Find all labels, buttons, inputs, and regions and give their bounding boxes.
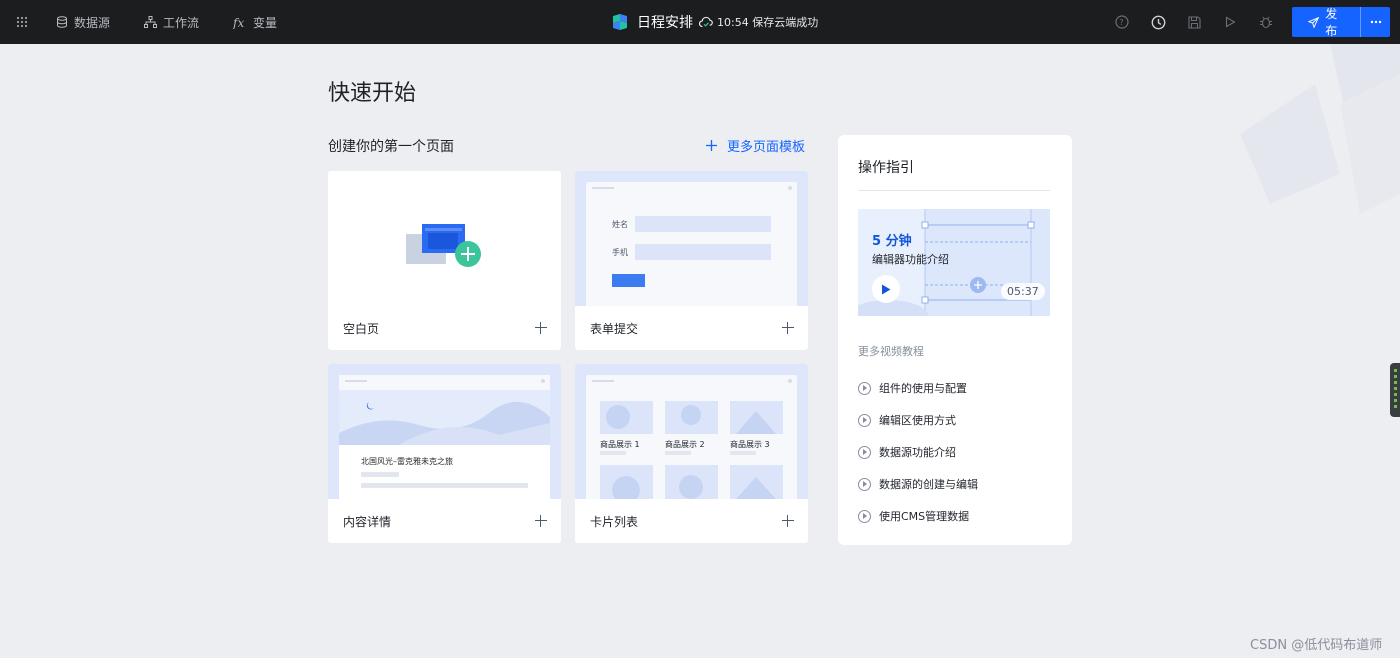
workflow-icon bbox=[144, 16, 158, 28]
add-icon[interactable] bbox=[782, 515, 794, 527]
play-circle-icon bbox=[858, 445, 871, 459]
card-preview: 北国风光–雷克雅未克之旅 bbox=[328, 364, 561, 499]
divider bbox=[858, 190, 1050, 191]
app-title: 日程安排 bbox=[637, 15, 693, 31]
tutorial-list: 组件的使用与配置 编辑区使用方式 数据源功能介绍 数据源的创建与编辑 使用CMS… bbox=[858, 372, 978, 532]
product-item-2: 商品展示 2 bbox=[665, 440, 705, 449]
save-status-text: 10:54 保存云端成功 bbox=[717, 16, 819, 29]
more-videos-heading: 更多视频教程 bbox=[858, 345, 924, 358]
watermark-text: CSDN @低代码布道师 bbox=[1250, 638, 1383, 653]
nav-workflow[interactable]: 工作流 bbox=[144, 0, 199, 44]
add-icon[interactable] bbox=[535, 322, 547, 334]
tutorial-label: 数据源功能介绍 bbox=[879, 446, 956, 459]
card-preview: 姓名 手机 bbox=[575, 171, 808, 306]
tutorial-label: 组件的使用与配置 bbox=[879, 382, 967, 395]
landscape-illustration bbox=[339, 375, 550, 499]
play-circle-icon bbox=[858, 413, 871, 427]
page-title: 快速开始 bbox=[328, 81, 417, 106]
function-icon: fx bbox=[233, 16, 244, 29]
preview-play-icon[interactable] bbox=[1212, 0, 1248, 44]
form-preview-graphic bbox=[592, 186, 792, 287]
more-templates-label: 更多页面模板 bbox=[727, 140, 806, 155]
side-scroll-widget[interactable] bbox=[1390, 363, 1400, 417]
nav-variables-label: 变量 bbox=[253, 15, 278, 30]
tutorial-label: 编辑区使用方式 bbox=[879, 414, 956, 427]
template-card-list[interactable]: 商品展示 1 商品展示 2 商品展示 3 卡片列表 bbox=[575, 364, 808, 543]
tutorial-link[interactable]: 编辑区使用方式 bbox=[858, 404, 978, 436]
background-decoration bbox=[1240, 44, 1400, 214]
more-templates-link[interactable]: 更多页面模板 bbox=[706, 136, 805, 155]
card-label: 卡片列表 bbox=[590, 514, 639, 529]
product-item-3: 商品展示 3 bbox=[730, 440, 770, 449]
play-circle-icon bbox=[858, 477, 871, 491]
card-label: 内容详情 bbox=[343, 514, 392, 529]
card-label: 空白页 bbox=[343, 321, 380, 336]
form-preview-window bbox=[586, 182, 797, 306]
detail-preview-window bbox=[339, 375, 550, 499]
template-card-detail[interactable]: 北国风光–雷克雅未克之旅 内容详情 bbox=[328, 364, 561, 543]
product-item-1: 商品展示 1 bbox=[600, 440, 640, 449]
tutorial-link[interactable]: 数据源功能介绍 bbox=[858, 436, 978, 468]
more-icon bbox=[1370, 20, 1381, 24]
tutorial-label: 数据源的创建与编辑 bbox=[879, 478, 978, 491]
nav-datasource[interactable]: 数据源 bbox=[56, 0, 110, 44]
top-toolbar: 数据源 工作流 fx 变量 日程安排 10:54 保存云端成功 ? 发布 bbox=[0, 0, 1400, 44]
preview-heading: 北国风光–雷克雅未克之旅 bbox=[361, 457, 453, 466]
tutorial-link[interactable]: 使用CMS管理数据 bbox=[858, 500, 978, 532]
card-label: 表单提交 bbox=[590, 321, 639, 336]
tutorial-link[interactable]: 组件的使用与配置 bbox=[858, 372, 978, 404]
video-duration: 05:37 bbox=[1001, 283, 1045, 300]
card-preview: 商品展示 1 商品展示 2 商品展示 3 bbox=[575, 364, 808, 504]
play-circle-icon bbox=[858, 381, 871, 395]
history-icon[interactable] bbox=[1140, 0, 1176, 44]
send-icon bbox=[1308, 16, 1320, 29]
card-preview bbox=[328, 171, 561, 306]
tutorial-link[interactable]: 数据源的创建与编辑 bbox=[858, 468, 978, 500]
svg-text:?: ? bbox=[1119, 18, 1123, 27]
publish-label: 发布 bbox=[1325, 7, 1338, 38]
plus-icon bbox=[706, 140, 717, 151]
help-icon[interactable]: ? bbox=[1104, 0, 1140, 44]
template-card-form[interactable]: 姓名 手机 表单提交 bbox=[575, 171, 808, 350]
guide-panel: 操作指引 5 分钟 编辑器功能介绍 05:37 更多视频教程 组件的使用与配置 … bbox=[838, 135, 1072, 545]
play-icon[interactable] bbox=[872, 275, 900, 303]
form-label-name: 姓名 bbox=[612, 220, 628, 229]
app-grid-icon[interactable] bbox=[0, 0, 44, 44]
form-label-phone: 手机 bbox=[612, 248, 628, 257]
publish-button[interactable]: 发布 bbox=[1292, 7, 1360, 38]
svg-text:fx: fx bbox=[233, 16, 244, 29]
nav-datasource-label: 数据源 bbox=[74, 15, 111, 30]
add-icon[interactable] bbox=[535, 515, 547, 527]
nav-workflow-label: 工作流 bbox=[163, 15, 200, 30]
list-preview-window bbox=[586, 375, 797, 504]
blank-page-illustration bbox=[406, 224, 481, 267]
save-status: 10:54 保存云端成功 bbox=[699, 14, 818, 30]
intro-video[interactable]: 5 分钟 编辑器功能介绍 05:37 bbox=[858, 209, 1050, 316]
database-icon bbox=[57, 16, 67, 28]
nav-variables[interactable]: fx 变量 bbox=[233, 0, 277, 44]
guide-title: 操作指引 bbox=[858, 160, 914, 176]
tutorial-label: 使用CMS管理数据 bbox=[879, 510, 970, 523]
video-subtitle: 编辑器功能介绍 bbox=[872, 253, 949, 266]
save-icon[interactable] bbox=[1176, 0, 1212, 44]
add-icon[interactable] bbox=[782, 322, 794, 334]
video-minutes: 5 分钟 bbox=[872, 234, 912, 249]
publish-more-button[interactable] bbox=[1360, 7, 1390, 37]
app-logo-icon bbox=[613, 14, 627, 30]
product-grid-illustration bbox=[592, 379, 792, 504]
cloud-check-icon bbox=[699, 16, 713, 28]
section-title: 创建你的第一个页面 bbox=[328, 139, 454, 155]
play-circle-icon bbox=[858, 509, 871, 523]
debug-icon[interactable] bbox=[1248, 0, 1284, 44]
template-card-blank[interactable]: 空白页 bbox=[328, 171, 561, 350]
